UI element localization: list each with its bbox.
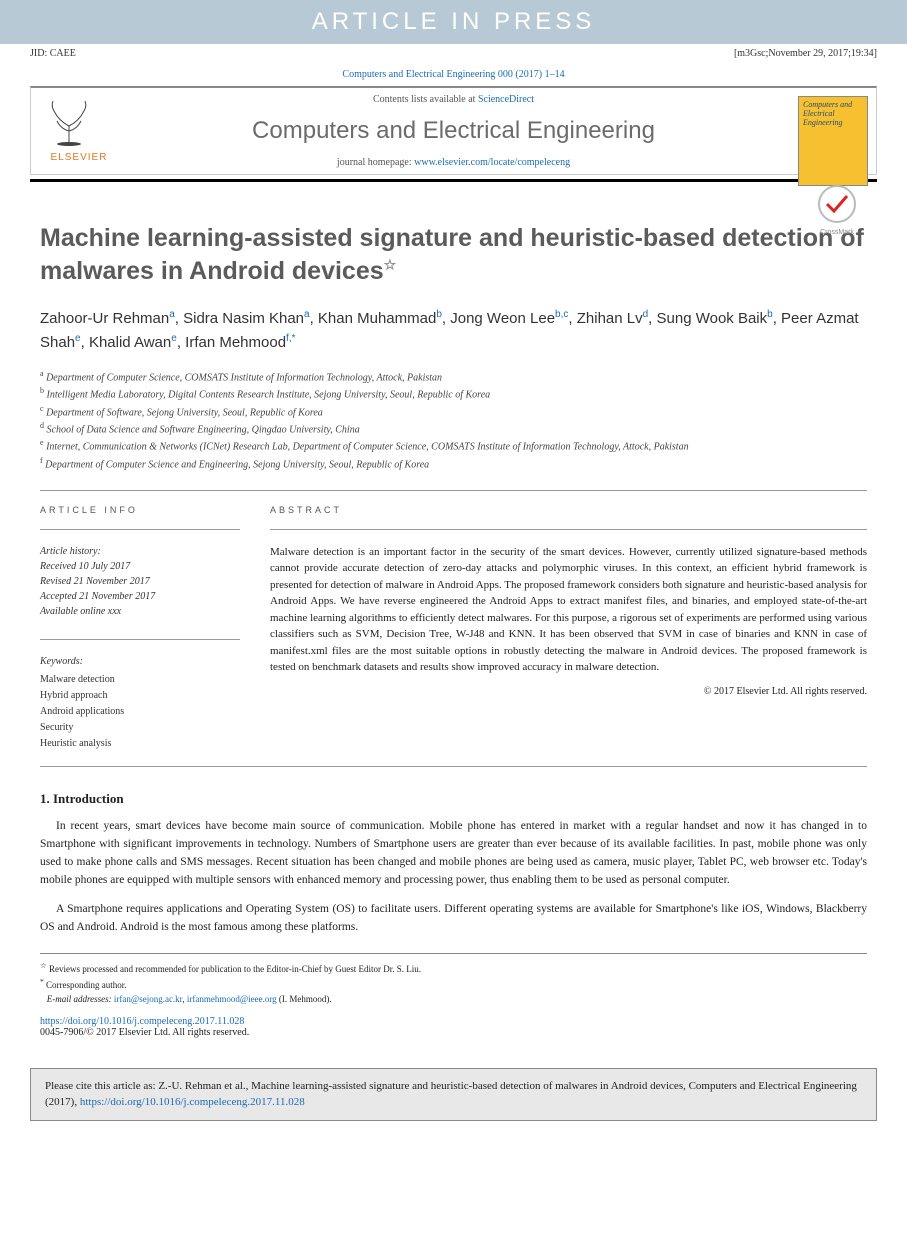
email-suffix: (I. Mehmood). (277, 994, 332, 1004)
history-head: Article history: (40, 544, 240, 559)
body-paragraph: A Smartphone requires applications and O… (40, 901, 867, 937)
author: Sidra Nasim Khana (183, 310, 309, 327)
email-link[interactable]: irfan@sejong.ac.kr (114, 994, 182, 1004)
elsevier-logo: ELSEVIER (39, 96, 119, 176)
issn-copyright: 0045-7906/© 2017 Elsevier Ltd. All right… (40, 1027, 249, 1038)
abstract-divider (270, 529, 867, 530)
article-info-heading: ARTICLE INFO (40, 505, 240, 515)
citation-doi-link[interactable]: https://doi.org/10.1016/j.compeleceng.20… (80, 1096, 305, 1108)
author: Sung Wook Baikb (657, 310, 773, 327)
affiliation: e Internet, Communication & Networks (IC… (40, 437, 867, 454)
journal-homepage-line: journal homepage: www.elsevier.com/locat… (131, 157, 776, 168)
footnote-corresponding: * Corresponding author. (40, 976, 867, 993)
abstract-heading: ABSTRACT (270, 505, 867, 515)
footnote-review: ☆ Reviews processed and recommended for … (40, 960, 867, 977)
cover-title: Computers and Electrical Engineering (803, 101, 863, 127)
keyword: Security (40, 720, 240, 736)
homepage-prefix: journal homepage: (337, 157, 414, 168)
title-footnote-marker: ☆ (384, 256, 397, 272)
author: Zahoor-Ur Rehmana (40, 310, 175, 327)
info-abstract-row: ARTICLE INFO Article history: Received 1… (40, 505, 867, 752)
top-meta-bar: JID: CAEE [m3Gsc;November 29, 2017;19:34… (0, 44, 907, 63)
journal-name: Computers and Electrical Engineering (131, 117, 776, 145)
svg-text:CrossMark: CrossMark (820, 229, 854, 236)
doi-link[interactable]: https://doi.org/10.1016/j.compeleceng.20… (40, 1016, 244, 1027)
article-content: CrossMark Machine learning-assisted sign… (0, 182, 907, 1058)
affiliation: a Department of Computer Science, COMSAT… (40, 368, 867, 385)
article-in-press-banner: ARTICLE IN PRESS (0, 0, 907, 44)
abstract-column: ABSTRACT Malware detection is an importa… (270, 505, 867, 752)
keywords-head: Keywords: (40, 654, 240, 670)
affiliation: c Department of Software, Sejong Univers… (40, 403, 867, 420)
build-meta: [m3Gsc;November 29, 2017;19:34] (734, 48, 877, 59)
article-title: Machine learning-assisted signature and … (40, 222, 867, 287)
author: Khalid Awane (89, 334, 177, 351)
footnotes-block: ☆ Reviews processed and recommended for … (40, 953, 867, 1007)
journal-cover-thumbnail: Computers and Electrical Engineering (798, 96, 868, 186)
journal-reference-line: Computers and Electrical Engineering 000… (0, 63, 907, 86)
copyright-line: © 2017 Elsevier Ltd. All rights reserved… (270, 686, 867, 697)
journal-reference-link[interactable]: Computers and Electrical Engineering 000… (342, 69, 564, 80)
keyword: Hybrid approach (40, 688, 240, 704)
email-prefix: E-mail addresses: (47, 994, 114, 1004)
history-item: Received 10 July 2017 (40, 559, 240, 574)
author: Jong Weon Leeb,c (450, 310, 568, 327)
doi-block: https://doi.org/10.1016/j.compeleceng.20… (40, 1016, 867, 1038)
info-divider (40, 639, 240, 640)
keyword: Android applications (40, 704, 240, 720)
citation-box: Please cite this article as: Z.-U. Rehma… (30, 1068, 877, 1121)
abstract-text: Malware detection is an important factor… (270, 544, 867, 676)
elsevier-tree-icon (39, 96, 99, 146)
history-item: Accepted 21 November 2017 (40, 589, 240, 604)
section-divider (40, 766, 867, 767)
crossmark-badge[interactable]: CrossMark (807, 182, 867, 242)
section-divider (40, 490, 867, 491)
affiliation: b Intelligent Media Laboratory, Digital … (40, 385, 867, 402)
keyword: Malware detection (40, 672, 240, 688)
section-heading-introduction: 1. Introduction (40, 791, 867, 807)
body-paragraph: In recent years, smart devices have beco… (40, 818, 867, 889)
journal-header-box: ELSEVIER Computers and Electrical Engine… (30, 86, 877, 175)
jid-label: JID: CAEE (30, 48, 76, 59)
affiliation-list: a Department of Computer Science, COMSAT… (40, 368, 867, 472)
contents-prefix: Contents lists available at (373, 94, 478, 105)
keywords-block: Keywords: Malware detection Hybrid appro… (40, 654, 240, 752)
info-divider (40, 529, 240, 530)
history-item: Revised 21 November 2017 (40, 574, 240, 589)
article-history: Article history: Received 10 July 2017 R… (40, 544, 240, 619)
elsevier-text: ELSEVIER (39, 152, 119, 163)
article-info-column: ARTICLE INFO Article history: Received 1… (40, 505, 240, 752)
history-item: Available online xxx (40, 604, 240, 619)
author: Zhihan Lvd (577, 310, 648, 327)
keyword: Heuristic analysis (40, 736, 240, 752)
email-link[interactable]: irfanmehmood@ieee.org (187, 994, 277, 1004)
affiliation: d School of Data Science and Software En… (40, 420, 867, 437)
crossmark-icon: CrossMark (807, 182, 867, 242)
affiliation: f Department of Computer Science and Eng… (40, 455, 867, 472)
title-text: Machine learning-assisted signature and … (40, 224, 864, 285)
author-list: Zahoor-Ur Rehmana, Sidra Nasim Khana, Kh… (40, 307, 867, 354)
sciencedirect-link[interactable]: ScienceDirect (478, 94, 534, 105)
journal-homepage-link[interactable]: www.elsevier.com/locate/compeleceng (414, 157, 570, 168)
footnote-emails: E-mail addresses: irfan@sejong.ac.kr, ir… (40, 993, 867, 1007)
contents-available-line: Contents lists available at ScienceDirec… (131, 94, 776, 105)
author: Irfan Mehmoodf,* (185, 334, 295, 351)
author: Khan Muhammadb (318, 310, 442, 327)
